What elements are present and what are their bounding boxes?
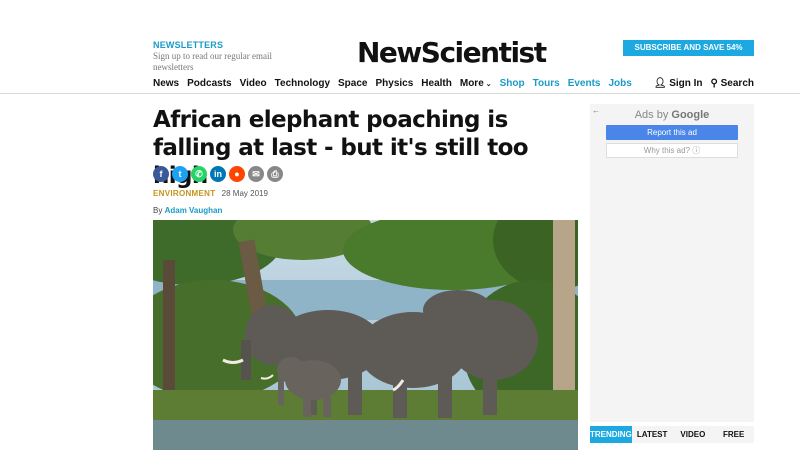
tab-latest[interactable]: LATEST [632, 426, 673, 443]
search-link[interactable]: ⚲ Search [711, 78, 754, 89]
ads-by-google: Ads by Google [590, 109, 754, 121]
twitter-icon[interactable]: t [172, 166, 188, 182]
nav-technology[interactable]: Technology [275, 78, 330, 92]
why-this-ad-button[interactable]: Why this ad? ⓘ [606, 143, 738, 158]
nav-physics[interactable]: Physics [375, 78, 413, 92]
sign-in-link[interactable]: 👤︎ Sign In [654, 78, 703, 89]
article-hero-image [153, 220, 578, 450]
nav-podcasts[interactable]: Podcasts [187, 78, 231, 92]
user-icon: 👤︎ [653, 78, 667, 89]
nav-more[interactable]: More ⌄ [460, 78, 492, 92]
article-meta: ENVIRONMENT 28 May 2019 [153, 189, 268, 198]
nav-health[interactable]: Health [421, 78, 452, 92]
newsletter-label[interactable]: NEWSLETTERS [153, 40, 313, 50]
publish-date: 28 May 2019 [221, 189, 268, 198]
header-divider [0, 93, 800, 94]
nav-video[interactable]: Video [240, 78, 267, 92]
nav-events[interactable]: Events [568, 78, 601, 92]
newsletter-text: Sign up to read our regular email newsle… [153, 51, 272, 72]
linkedin-icon[interactable]: in [210, 166, 226, 182]
tab-free[interactable]: FREE [713, 426, 754, 443]
nav-shop[interactable]: Shop [500, 78, 525, 92]
google-label: Google [671, 109, 710, 121]
nav-tours[interactable]: Tours [533, 78, 560, 92]
ad-panel: ← Ads by Google Report this ad Why this … [590, 104, 754, 422]
newsletter-block[interactable]: NEWSLETTERS Sign up to read our regular … [153, 40, 313, 73]
tab-trending[interactable]: TRENDING [590, 426, 632, 443]
byline: By Adam Vaughan [153, 206, 222, 215]
reddit-icon[interactable]: ● [229, 166, 245, 182]
chevron-down-icon: ⌄ [485, 81, 492, 88]
nav-more-label: More [459, 78, 484, 89]
nav-space[interactable]: Space [338, 78, 367, 92]
search-icon: ⚲ [710, 78, 718, 89]
facebook-icon[interactable]: f [153, 166, 169, 182]
email-icon[interactable]: ✉ [248, 166, 264, 182]
category-link[interactable]: ENVIRONMENT [153, 189, 215, 198]
report-ad-button[interactable]: Report this ad [606, 125, 738, 140]
ads-by-label: Ads by [634, 109, 669, 121]
share-bar: f t ✆ in ● ✉ ⎙ [153, 166, 283, 182]
search-label: Search [720, 78, 754, 89]
nav-jobs[interactable]: Jobs [608, 78, 631, 92]
byline-prefix: By [153, 206, 163, 215]
tab-video[interactable]: VIDEO [673, 426, 714, 443]
sidebar-tabs: TRENDING LATEST VIDEO FREE [590, 426, 754, 443]
subscribe-button[interactable]: SUBSCRIBE AND SAVE 54% [623, 40, 754, 56]
print-icon[interactable]: ⎙ [267, 166, 283, 182]
whatsapp-icon[interactable]: ✆ [191, 166, 207, 182]
site-logo[interactable]: NewScientist [357, 36, 547, 69]
author-link[interactable]: Adam Vaughan [165, 206, 223, 215]
nav-news[interactable]: News [153, 78, 179, 92]
main-nav: News Podcasts Video Technology Space Phy… [153, 78, 632, 92]
nav-account: 👤︎ Sign In ⚲ Search [654, 78, 754, 89]
sign-in-label: Sign In [669, 78, 703, 89]
